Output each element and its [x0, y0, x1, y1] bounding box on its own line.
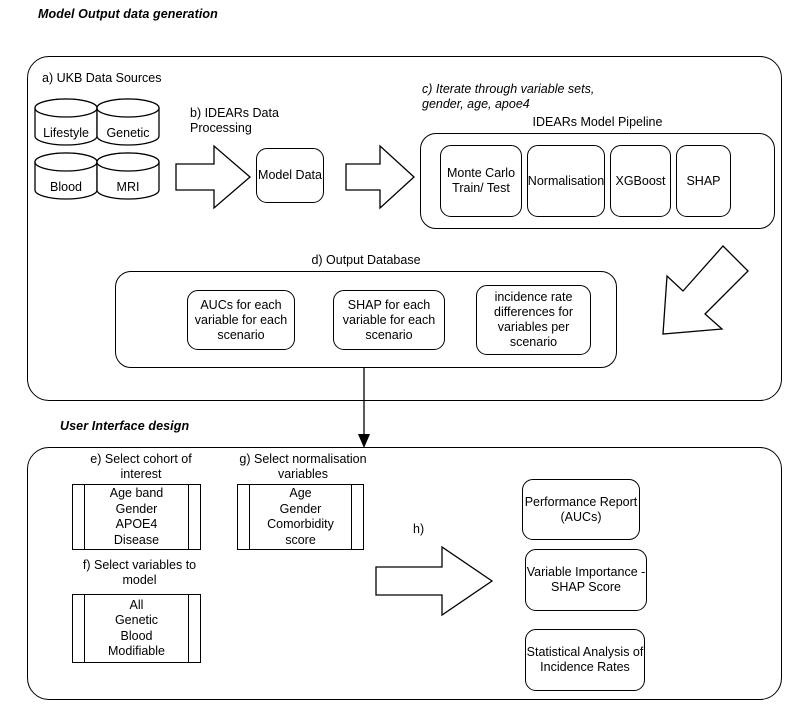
output-database-label: d) Output Database	[311, 253, 421, 267]
pipeline-step-normalisation: Normalisation	[527, 145, 605, 217]
arrow-model-data-to-pipeline	[345, 144, 415, 210]
pipeline-step-monte-carlo: Monte Carlo Train/ Test	[440, 145, 522, 217]
pipeline-title: IDEARs Model Pipeline	[532, 115, 663, 129]
arrow-ui-to-results	[375, 545, 494, 617]
pipeline-step-shap: SHAP	[676, 145, 731, 217]
output-incidence-rate-differences: incidence rate differences for variables…	[476, 285, 591, 355]
data-source-genetic: Genetic	[96, 98, 160, 146]
variables-listbox[interactable]: All Genetic Blood Modifiable	[72, 594, 201, 663]
arrow-pipeline-to-output-database	[662, 245, 749, 335]
data-source-lifestyle: Lifestyle	[34, 98, 98, 146]
normalisation-listbox[interactable]: Age Gender Comorbidity score	[237, 484, 364, 550]
top-section-title: Model Output data generation	[38, 7, 218, 21]
select-variables-label: f) Select variables to model	[82, 558, 197, 587]
data-source-label: Lifestyle	[43, 126, 89, 140]
result-statistical-analysis: Statistical Analysis of Incidence Rates	[525, 629, 645, 691]
data-source-blood: Blood	[34, 152, 98, 200]
output-aucs: AUCs for each variable for each scenario	[187, 290, 295, 350]
h-step-label: h)	[413, 522, 425, 536]
result-performance-report: Performance Report (AUCs)	[522, 479, 640, 540]
cohort-listbox[interactable]: Age band Gender APOE4 Disease	[72, 484, 201, 550]
normalisation-listbox-items: Age Gender Comorbidity score	[267, 486, 334, 547]
arrow-sources-to-model-data	[175, 144, 251, 210]
pipeline-step-xgboost: XGBoost	[610, 145, 671, 217]
data-source-label: MRI	[116, 180, 140, 194]
data-source-label: Genetic	[106, 126, 150, 140]
iterate-variable-sets-label: c) Iterate through variable sets, gender…	[422, 82, 595, 111]
bottom-section-title: User Interface design	[60, 419, 190, 433]
data-source-label: Blood	[50, 180, 82, 194]
result-variable-importance: Variable Importance - SHAP Score	[525, 549, 647, 611]
diagram-canvas: Model Output data generation a) UKB Data…	[0, 0, 796, 711]
idears-processing-label: b) IDEARs Data Processing	[190, 106, 279, 135]
ukb-data-sources-label: a) UKB Data Sources	[42, 71, 162, 85]
select-cohort-label: e) Select cohort of interest	[90, 452, 192, 481]
output-shap: SHAP for each variable for each scenario	[333, 290, 445, 350]
connector-output-to-ui	[358, 368, 370, 448]
select-normalisation-label: g) Select normalisation variables	[239, 452, 367, 481]
cohort-listbox-items: Age band Gender APOE4 Disease	[109, 486, 164, 547]
model-data-node: Model Data	[256, 148, 324, 203]
data-source-mri: MRI	[96, 152, 160, 200]
variables-listbox-items: All Genetic Blood Modifiable	[108, 597, 165, 659]
